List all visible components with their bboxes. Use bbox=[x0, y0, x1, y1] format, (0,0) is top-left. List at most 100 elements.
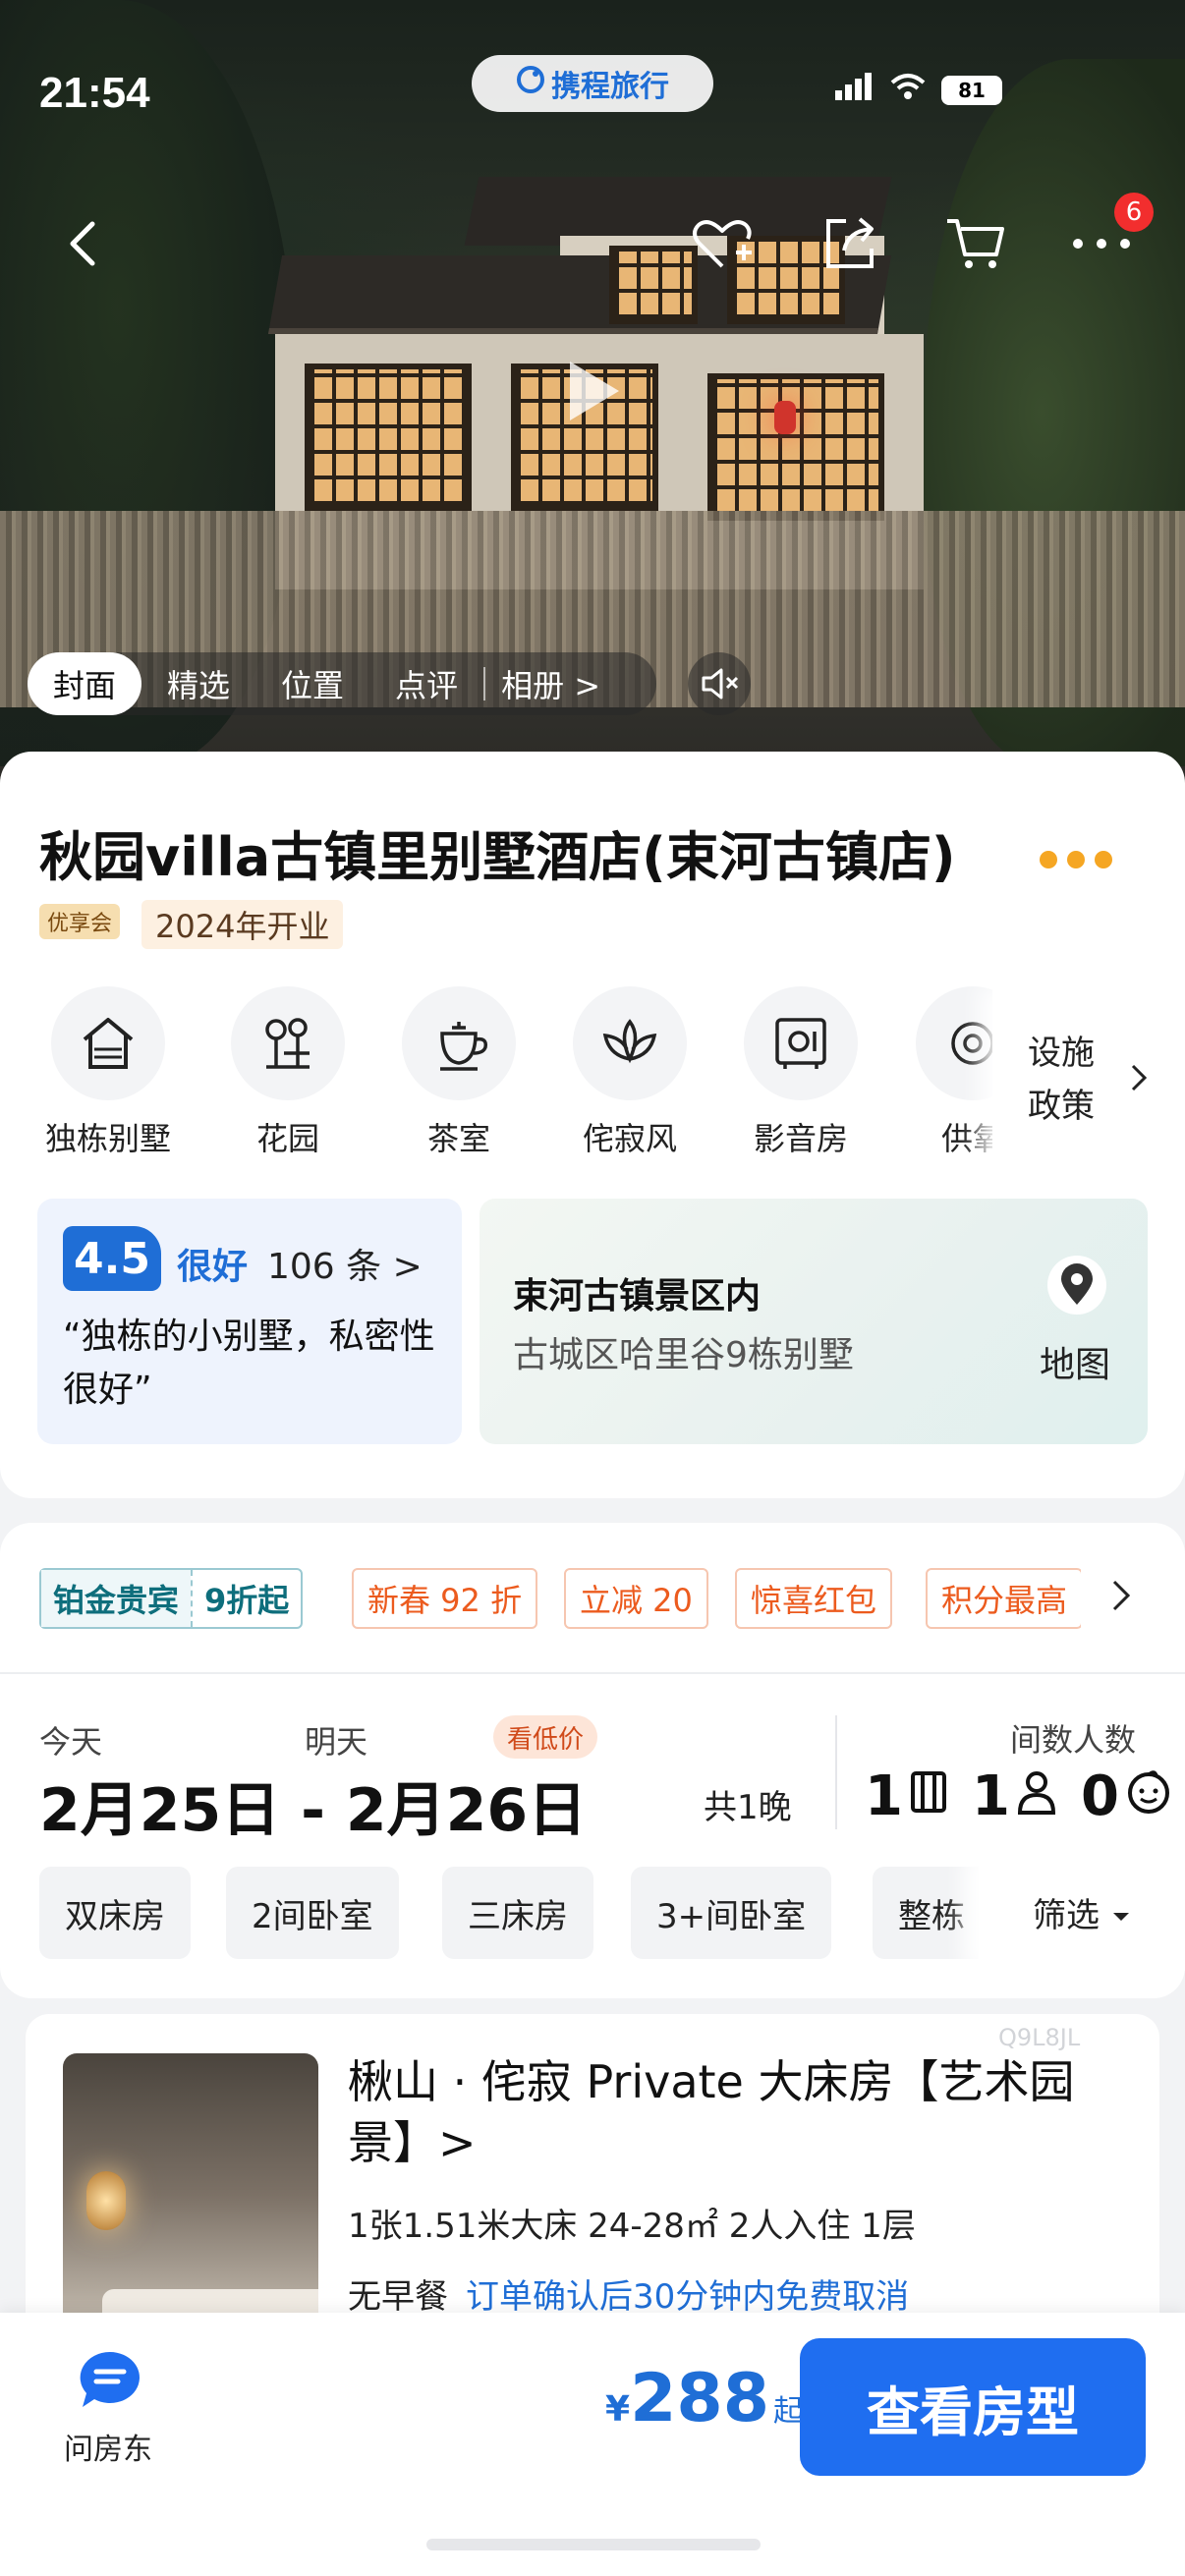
room-filter-chips: 双床房 2间卧室 三床房 3+间卧室 整栋 bbox=[39, 1867, 1022, 1959]
rating-label: 很好 bbox=[177, 1247, 249, 1287]
filter-button[interactable]: 筛选 bbox=[979, 1853, 1185, 1971]
promo-tag[interactable]: 积分最高 bbox=[926, 1568, 1081, 1629]
filter-chip[interactable]: 3+间卧室 bbox=[631, 1867, 832, 1959]
room-policy: 无早餐 订单确认后30分钟内免费取消 bbox=[348, 2269, 909, 2318]
ask-host-button[interactable]: 问房东 bbox=[63, 2348, 157, 2468]
facility-item[interactable]: 影音房 bbox=[722, 986, 879, 1159]
oxygen-icon bbox=[916, 986, 992, 1100]
room-door-icon bbox=[909, 1764, 948, 1828]
brand-logo-icon bbox=[516, 65, 545, 102]
currency-symbol: ¥ bbox=[605, 2389, 631, 2430]
share-icon[interactable] bbox=[816, 212, 884, 275]
review-summary[interactable]: 4.5 很好 106 条 > “独栋的小别墅，私密性很好” bbox=[37, 1199, 462, 1444]
promo-tag[interactable]: 新春 92 折 bbox=[352, 1568, 538, 1629]
view-room-types-button[interactable]: 查看房型 bbox=[800, 2338, 1146, 2476]
tab-album[interactable]: 相册 > bbox=[483, 667, 626, 704]
adult-icon bbox=[1016, 1764, 1057, 1828]
back-button[interactable] bbox=[59, 212, 106, 275]
filter-chip[interactable]: 三床房 bbox=[442, 1867, 593, 1959]
hotel-title: 秋园villa古镇里别墅酒店(束河古镇店) bbox=[39, 826, 956, 888]
favorite-heart-icon[interactable] bbox=[688, 212, 757, 275]
garden-icon bbox=[231, 986, 345, 1100]
home-indicator[interactable] bbox=[426, 2539, 761, 2550]
filter-chip[interactable]: 2间卧室 bbox=[226, 1867, 399, 1959]
review-quote: “独栋的小别墅，私密性很好” bbox=[63, 1316, 435, 1410]
facility-label: 影音房 bbox=[753, 1120, 848, 1157]
map-pin-icon bbox=[1047, 1256, 1106, 1315]
location-card[interactable]: 束河古镇景区内 古城区哈里谷9栋别墅 地图 bbox=[480, 1199, 1148, 1444]
ask-host-label: 问房东 bbox=[64, 2433, 152, 2467]
room-code: Q9L8JL bbox=[998, 2024, 1081, 2051]
price-suffix: 起 bbox=[773, 2394, 804, 2429]
facility-list: 独栋别墅 花园 茶室 侘寂风 影音房 供氧 bbox=[0, 986, 992, 1173]
promo-tag[interactable]: 立减 20 bbox=[564, 1568, 708, 1629]
facility-label: 茶室 bbox=[426, 1120, 490, 1157]
facilities-link-line1: 设施 bbox=[1028, 1034, 1095, 1073]
status-time: 21:54 bbox=[39, 69, 150, 117]
facility-label: 供氧 bbox=[940, 1120, 992, 1157]
room-specs: 1张1.51米大床 24-28㎡ 2人入住 1层 bbox=[348, 2207, 916, 2246]
promo-tag[interactable]: 惊喜红包 bbox=[735, 1568, 893, 1629]
hero-tabs: 封面 精选 位置 点评 相册 > bbox=[28, 652, 656, 715]
tab-cover[interactable]: 封面 bbox=[28, 652, 142, 715]
tab-featured[interactable]: 精选 bbox=[141, 652, 255, 715]
facility-item[interactable]: 花园 bbox=[209, 986, 367, 1159]
map-link[interactable]: 地图 bbox=[1040, 1336, 1110, 1387]
promo-platinum[interactable]: 铂金贵宾 9折起 bbox=[39, 1568, 304, 1629]
location-address: 古城区哈里谷9栋别墅 bbox=[513, 1335, 854, 1375]
low-price-tag[interactable]: 看低价 bbox=[493, 1715, 598, 1759]
guest-selector[interactable]: 1 1 0 bbox=[865, 1764, 1172, 1828]
system-status: 81 bbox=[835, 73, 1002, 108]
house-icon bbox=[51, 986, 165, 1100]
child-icon bbox=[1125, 1764, 1172, 1828]
opened-year-tag: 2024年开业 bbox=[141, 900, 344, 949]
filter-chip[interactable]: 双床房 bbox=[39, 1867, 191, 1959]
filter-chip[interactable]: 整栋 bbox=[873, 1867, 990, 1959]
facilities-link-line2: 政策 bbox=[1028, 1087, 1095, 1126]
rating-score: 4.5 bbox=[63, 1226, 161, 1291]
facilities-policy-link[interactable]: 设施 政策 bbox=[992, 986, 1185, 1173]
facility-item[interactable]: 供氧 bbox=[894, 986, 992, 1159]
member-tag: 优享会 bbox=[39, 904, 121, 939]
facility-item[interactable]: 侘寂风 bbox=[551, 986, 708, 1159]
facility-item[interactable]: 独栋别墅 bbox=[29, 986, 187, 1159]
cart-count-badge: 6 bbox=[1114, 193, 1154, 232]
breakfast-info: 无早餐 bbox=[348, 2277, 448, 2317]
divider bbox=[0, 1672, 1185, 1674]
checkout-label: 明天 bbox=[305, 1723, 368, 1761]
promo-platinum-discount: 9折起 bbox=[191, 1570, 301, 1627]
mute-icon[interactable] bbox=[688, 652, 751, 715]
facility-label: 侘寂风 bbox=[582, 1120, 677, 1157]
brand-pill: 携程旅行 bbox=[472, 55, 713, 112]
filter-label: 筛选 bbox=[1033, 1895, 1100, 1935]
lotus-icon bbox=[573, 986, 687, 1100]
battery-icon: 81 bbox=[941, 76, 1002, 105]
room-title[interactable]: 楸山 · 侘寂 Private 大床房【艺术园景】> bbox=[348, 2051, 1124, 2173]
caret-down-icon bbox=[1111, 1892, 1131, 1932]
safe-icon bbox=[744, 986, 858, 1100]
children-count: 0 bbox=[1080, 1764, 1119, 1828]
nights-count: 共1晚 bbox=[704, 1788, 792, 1827]
checkin-label: 今天 bbox=[39, 1723, 103, 1761]
brand-name: 携程旅行 bbox=[551, 70, 669, 104]
adults-count: 1 bbox=[971, 1764, 1010, 1828]
review-count: 106 条 > bbox=[267, 1247, 423, 1287]
tab-reviews[interactable]: 点评 bbox=[369, 652, 483, 715]
cart-icon[interactable] bbox=[941, 212, 1010, 275]
rooms-count: 1 bbox=[865, 1764, 903, 1828]
tab-location[interactable]: 位置 bbox=[255, 652, 369, 715]
facility-label: 花园 bbox=[255, 1120, 319, 1157]
signal-icon bbox=[835, 73, 875, 108]
guests-label: 间数人数 bbox=[1010, 1721, 1137, 1759]
location-name: 束河古镇景区内 bbox=[513, 1276, 762, 1316]
wifi-icon bbox=[890, 73, 926, 108]
facility-item[interactable]: 茶室 bbox=[380, 986, 537, 1159]
chat-bubble-icon bbox=[75, 2351, 145, 2417]
chevron-right-icon bbox=[1130, 1063, 1148, 1096]
play-video-icon[interactable] bbox=[556, 356, 627, 426]
promo-more-chevron-icon[interactable] bbox=[1110, 1578, 1132, 1617]
date-range[interactable]: 2月25日 - 2月26日 bbox=[39, 1763, 587, 1848]
more-dots-icon[interactable] bbox=[1040, 851, 1112, 868]
facility-label: 独栋别墅 bbox=[44, 1120, 171, 1157]
promo-tags[interactable]: 铂金贵宾 9折起 新春 92 折 立减 20 惊喜红包 积分最高 bbox=[39, 1568, 1081, 1629]
